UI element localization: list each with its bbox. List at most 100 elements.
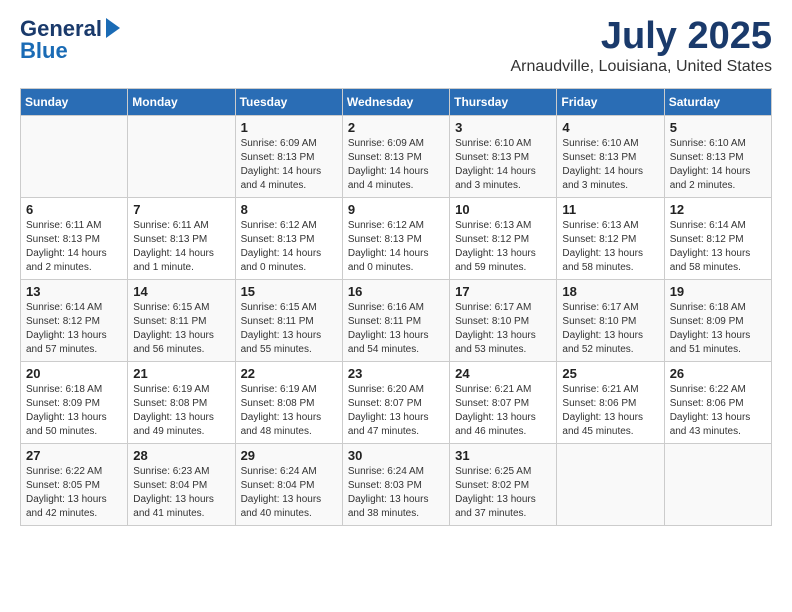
weekday-header: Wednesday (342, 88, 449, 115)
calendar-cell (664, 443, 771, 525)
calendar-week-row: 6 Sunrise: 6:11 AM Sunset: 8:13 PM Daylig… (21, 197, 772, 279)
calendar-cell: 16Sunrise: 6:16 AM Sunset: 8:11 PM Dayli… (342, 279, 449, 361)
calendar-cell: 31 Sunrise: 6:25 AM Sunset: 8:02 PM Dayli… (450, 443, 557, 525)
day-number: 6 (26, 202, 122, 217)
day-number: 20 (26, 366, 122, 381)
calendar-cell: 25Sunrise: 6:21 AM Sunset: 8:06 PM Dayli… (557, 361, 664, 443)
day-info: Sunrise: 6:18 AM Sunset: 8:09 PM Dayligh… (670, 301, 766, 357)
logo-arrow-icon (104, 18, 122, 40)
day-info: Sunrise: 6:22 AM Sunset: 8:05 PM Dayligh… (26, 465, 122, 521)
day-number: 29 (241, 448, 337, 463)
day-info: Sunrise: 6:14 AM Sunset: 8:12 PM Dayligh… (670, 219, 766, 275)
calendar-cell: 19 Sunrise: 6:18 AM Sunset: 8:09 PM Dayli… (664, 279, 771, 361)
day-number: 21 (133, 366, 229, 381)
calendar-week-row: 1 Sunrise: 6:09 AM Sunset: 8:13 PM Daylig… (21, 115, 772, 197)
day-info: Sunrise: 6:10 AM Sunset: 8:13 PM Dayligh… (670, 137, 766, 193)
day-info: Sunrise: 6:12 AM Sunset: 8:13 PM Dayligh… (241, 219, 337, 275)
calendar-cell: 8 Sunrise: 6:12 AM Sunset: 8:13 PM Daylig… (235, 197, 342, 279)
day-number: 13 (26, 284, 122, 299)
day-info: Sunrise: 6:15 AM Sunset: 8:11 PM Dayligh… (133, 301, 229, 357)
day-info: Sunrise: 6:19 AM Sunset: 8:08 PM Dayligh… (241, 383, 337, 439)
weekday-header: Sunday (21, 88, 128, 115)
day-info: Sunrise: 6:13 AM Sunset: 8:12 PM Dayligh… (455, 219, 551, 275)
day-info: Sunrise: 6:16 AM Sunset: 8:11 PM Dayligh… (348, 301, 444, 357)
calendar-cell: 11Sunrise: 6:13 AM Sunset: 8:12 PM Dayli… (557, 197, 664, 279)
day-info: Sunrise: 6:15 AM Sunset: 8:11 PM Dayligh… (241, 301, 337, 357)
day-info: Sunrise: 6:09 AM Sunset: 8:13 PM Dayligh… (348, 137, 444, 193)
calendar-week-row: 13 Sunrise: 6:14 AM Sunset: 8:12 PM Dayli… (21, 279, 772, 361)
weekday-header: Monday (128, 88, 235, 115)
calendar-cell: 18Sunrise: 6:17 AM Sunset: 8:10 PM Dayli… (557, 279, 664, 361)
day-info: Sunrise: 6:12 AM Sunset: 8:13 PM Dayligh… (348, 219, 444, 275)
calendar-cell: 26 Sunrise: 6:22 AM Sunset: 8:06 PM Dayli… (664, 361, 771, 443)
day-number: 17 (455, 284, 551, 299)
day-info: Sunrise: 6:22 AM Sunset: 8:06 PM Dayligh… (670, 383, 766, 439)
calendar-cell: 28Sunrise: 6:23 AM Sunset: 8:04 PM Dayli… (128, 443, 235, 525)
calendar-cell: 4 Sunrise: 6:10 AM Sunset: 8:13 PM Daylig… (557, 115, 664, 197)
day-number: 26 (670, 366, 766, 381)
calendar-cell (21, 115, 128, 197)
page-subtitle: Arnaudville, Louisiana, United States (511, 58, 773, 76)
day-number: 19 (670, 284, 766, 299)
calendar-cell: 1Sunrise: 6:09 AM Sunset: 8:13 PM Daylig… (235, 115, 342, 197)
calendar-cell: 9 Sunrise: 6:12 AM Sunset: 8:13 PM Daylig… (342, 197, 449, 279)
day-number: 23 (348, 366, 444, 381)
page-header: General Blue July 2025 Arnaudville, Loui… (20, 16, 772, 76)
day-info: Sunrise: 6:24 AM Sunset: 8:04 PM Dayligh… (241, 465, 337, 521)
calendar-cell: 7 Sunrise: 6:11 AM Sunset: 8:13 PM Daylig… (128, 197, 235, 279)
day-number: 30 (348, 448, 444, 463)
day-info: Sunrise: 6:21 AM Sunset: 8:06 PM Dayligh… (562, 383, 658, 439)
day-number: 9 (348, 202, 444, 217)
calendar-cell: 3 Sunrise: 6:10 AM Sunset: 8:13 PM Daylig… (450, 115, 557, 197)
calendar-cell: 21 Sunrise: 6:19 AM Sunset: 8:08 PM Dayli… (128, 361, 235, 443)
weekday-header: Saturday (664, 88, 771, 115)
day-info: Sunrise: 6:24 AM Sunset: 8:03 PM Dayligh… (348, 465, 444, 521)
day-info: Sunrise: 6:19 AM Sunset: 8:08 PM Dayligh… (133, 383, 229, 439)
calendar-week-row: 27Sunrise: 6:22 AM Sunset: 8:05 PM Dayli… (21, 443, 772, 525)
day-number: 22 (241, 366, 337, 381)
day-number: 24 (455, 366, 551, 381)
day-number: 3 (455, 120, 551, 135)
weekday-header: Thursday (450, 88, 557, 115)
calendar-cell: 23 Sunrise: 6:20 AM Sunset: 8:07 PM Dayli… (342, 361, 449, 443)
weekday-header: Friday (557, 88, 664, 115)
day-number: 1 (241, 120, 337, 135)
day-info: Sunrise: 6:20 AM Sunset: 8:07 PM Dayligh… (348, 383, 444, 439)
calendar-week-row: 20Sunrise: 6:18 AM Sunset: 8:09 PM Dayli… (21, 361, 772, 443)
calendar-cell: 13 Sunrise: 6:14 AM Sunset: 8:12 PM Dayli… (21, 279, 128, 361)
calendar-cell: 17 Sunrise: 6:17 AM Sunset: 8:10 PM Dayli… (450, 279, 557, 361)
calendar-cell: 27Sunrise: 6:22 AM Sunset: 8:05 PM Dayli… (21, 443, 128, 525)
page-title: July 2025 (511, 16, 773, 58)
day-number: 5 (670, 120, 766, 135)
day-number: 8 (241, 202, 337, 217)
calendar-cell: 30 Sunrise: 6:24 AM Sunset: 8:03 PM Dayli… (342, 443, 449, 525)
day-number: 31 (455, 448, 551, 463)
day-info: Sunrise: 6:21 AM Sunset: 8:07 PM Dayligh… (455, 383, 551, 439)
day-number: 28 (133, 448, 229, 463)
logo-blue: Blue (20, 38, 68, 64)
calendar-cell: 29 Sunrise: 6:24 AM Sunset: 8:04 PM Dayli… (235, 443, 342, 525)
day-info: Sunrise: 6:17 AM Sunset: 8:10 PM Dayligh… (455, 301, 551, 357)
day-info: Sunrise: 6:25 AM Sunset: 8:02 PM Dayligh… (455, 465, 551, 521)
day-info: Sunrise: 6:13 AM Sunset: 8:12 PM Dayligh… (562, 219, 658, 275)
weekday-header: Tuesday (235, 88, 342, 115)
day-info: Sunrise: 6:10 AM Sunset: 8:13 PM Dayligh… (562, 137, 658, 193)
day-number: 4 (562, 120, 658, 135)
brand-logo: General Blue (20, 16, 122, 64)
calendar-cell: 12 Sunrise: 6:14 AM Sunset: 8:12 PM Dayli… (664, 197, 771, 279)
day-info: Sunrise: 6:11 AM Sunset: 8:13 PM Dayligh… (133, 219, 229, 275)
calendar-cell: 14 Sunrise: 6:15 AM Sunset: 8:11 PM Dayli… (128, 279, 235, 361)
title-area: July 2025 Arnaudville, Louisiana, United… (511, 16, 773, 76)
calendar-cell: 15Sunrise: 6:15 AM Sunset: 8:11 PM Dayli… (235, 279, 342, 361)
calendar-cell: 20Sunrise: 6:18 AM Sunset: 8:09 PM Dayli… (21, 361, 128, 443)
day-number: 7 (133, 202, 229, 217)
day-number: 14 (133, 284, 229, 299)
day-info: Sunrise: 6:10 AM Sunset: 8:13 PM Dayligh… (455, 137, 551, 193)
calendar-cell (557, 443, 664, 525)
day-info: Sunrise: 6:14 AM Sunset: 8:12 PM Dayligh… (26, 301, 122, 357)
calendar-cell: 24 Sunrise: 6:21 AM Sunset: 8:07 PM Dayli… (450, 361, 557, 443)
calendar-cell: 6Sunrise: 6:11 AM Sunset: 8:13 PM Daylig… (21, 197, 128, 279)
day-number: 12 (670, 202, 766, 217)
day-number: 2 (348, 120, 444, 135)
calendar-cell: 5 Sunrise: 6:10 AM Sunset: 8:13 PM Daylig… (664, 115, 771, 197)
